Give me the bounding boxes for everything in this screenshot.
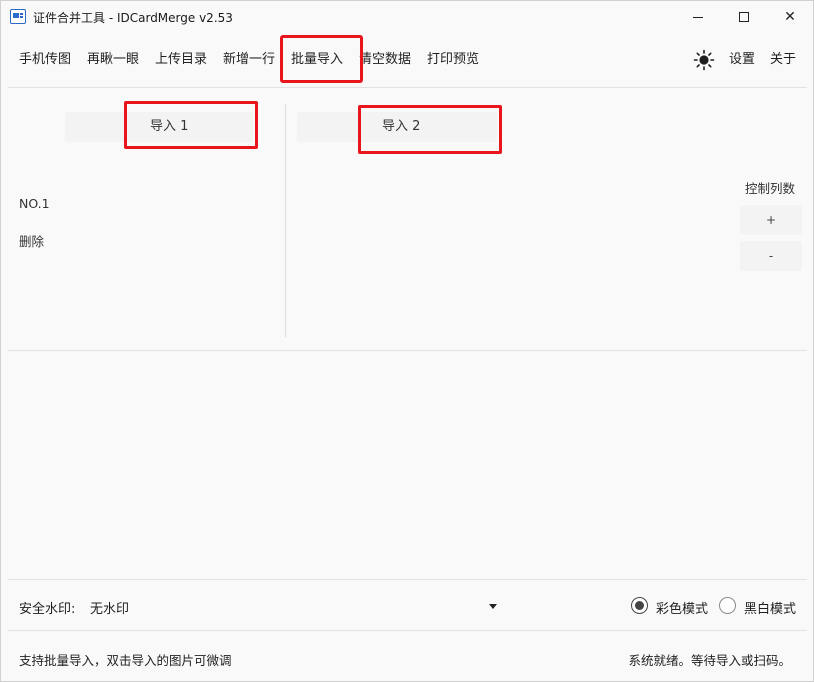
close-icon: ✕ — [784, 9, 796, 25]
maximize-icon — [739, 12, 749, 22]
import-2-label: 导入 2 — [382, 119, 421, 134]
delete-row-button[interactable]: 删除 — [19, 231, 44, 250]
status-divider — [8, 630, 807, 631]
toolbar-divider — [8, 87, 807, 88]
settings-button[interactable]: 设置 — [729, 41, 755, 79]
sun-icon[interactable] — [693, 49, 715, 71]
remove-column-button[interactable]: - — [740, 241, 802, 271]
dropdown-arrow-icon — [489, 604, 497, 609]
close-button[interactable]: ✕ — [767, 1, 813, 33]
bw-mode-radio[interactable] — [719, 597, 736, 614]
status-state: 系统就绪。等待导入或扫码。 — [628, 653, 791, 668]
app-logo-icon — [10, 9, 26, 24]
minimize-icon — [693, 16, 703, 18]
color-mode-radio[interactable] — [631, 597, 648, 614]
watermark-select[interactable]: 无水印 — [81, 593, 507, 621]
minimize-button[interactable] — [675, 1, 721, 33]
upload-directory-button[interactable]: 上传目录 — [155, 41, 207, 79]
about-button[interactable]: 关于 — [770, 41, 796, 79]
watermark-selected-value: 无水印 — [90, 602, 130, 617]
maximize-button[interactable] — [721, 1, 767, 33]
color-mode-label: 彩色模式 — [656, 602, 709, 617]
print-preview-button[interactable]: 打印预览 — [427, 41, 479, 79]
add-column-button[interactable]: + — [740, 205, 802, 235]
status-hint: 支持批量导入，双击导入的图片可微调 — [19, 653, 232, 668]
watermark-label: 安全水印: — [19, 602, 76, 617]
grid-bottom-divider — [8, 350, 807, 351]
bw-mode-label: 黑白模式 — [744, 602, 797, 617]
controls-top-divider — [8, 579, 807, 580]
column-divider — [285, 104, 286, 337]
scan-again-button[interactable]: 再瞅一眼 — [87, 41, 139, 79]
clear-data-button[interactable]: 清空数据 — [359, 41, 411, 79]
row-number-label: NO.1 — [19, 196, 50, 211]
app-window: 证件合并工具 - IDCardMerge v2.53 ✕ 手机传图 再瞅一眼 上… — [0, 0, 814, 682]
batch-import-button[interactable]: 批量导入 — [291, 41, 343, 79]
control-columns-label: 控制列数 — [745, 181, 796, 196]
add-row-button[interactable]: 新增一行 — [223, 41, 275, 79]
window-title: 证件合并工具 - IDCardMerge v2.53 — [33, 11, 233, 25]
toolbar: 手机传图 再瞅一眼 上传目录 新增一行 批量导入 清空数据 打印预览 设置 关于 — [1, 41, 813, 79]
title-bar[interactable]: 证件合并工具 - IDCardMerge v2.53 ✕ — [1, 1, 813, 33]
phone-upload-button[interactable]: 手机传图 — [19, 41, 71, 79]
import-1-label: 导入 1 — [150, 119, 189, 134]
